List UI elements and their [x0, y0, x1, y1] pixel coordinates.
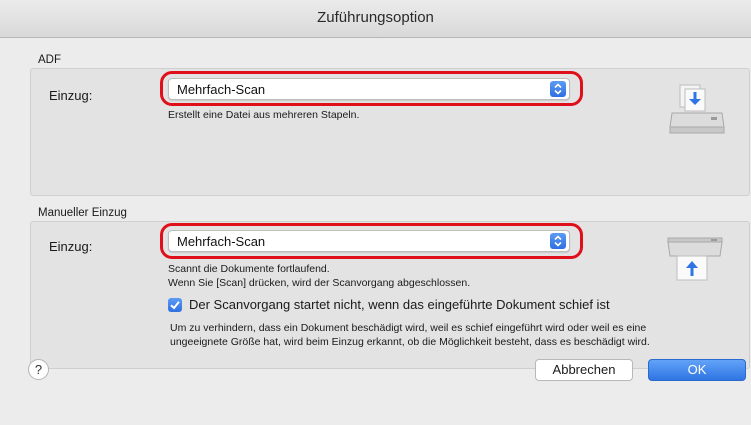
adf-description: Erstellt eine Datei aus mehreren Stapeln… — [168, 109, 360, 121]
skew-detection-checkbox[interactable] — [168, 298, 182, 312]
manual-feed-select-value: Mehrfach-Scan — [177, 234, 266, 249]
manual-einzug-label: Einzug: — [49, 239, 93, 254]
adf-feed-select-value: Mehrfach-Scan — [177, 82, 266, 97]
adf-section-label: ADF — [38, 54, 61, 66]
manual-description-line1: Scannt die Dokumente fortlaufend. — [168, 263, 330, 275]
skew-note-line1: Um zu verhindern, dass ein Dokument besc… — [170, 322, 647, 334]
skew-detection-label[interactable]: Der Scanvorgang startet nicht, wenn das … — [189, 297, 610, 312]
manual-description-line2: Wenn Sie [Scan] drücken, wird der Scanvo… — [168, 277, 471, 289]
help-button[interactable]: ? — [28, 359, 49, 380]
title-bar: Zuführungsoption — [0, 0, 751, 38]
manual-feed-scanner-icon — [665, 236, 725, 289]
adf-scanner-icon — [667, 83, 727, 140]
manual-section-label: Manueller Einzug — [38, 207, 127, 219]
adf-einzug-label: Einzug: — [49, 88, 93, 103]
cancel-button[interactable]: Abbrechen — [535, 359, 633, 381]
adf-panel: Einzug: Mehrfach-Scan Erstellt eine Date… — [30, 68, 750, 196]
select-chevron-icon — [550, 81, 566, 97]
ok-button[interactable]: OK — [648, 359, 746, 381]
window-title: Zuführungsoption — [317, 9, 434, 26]
skew-note-line2: ungeeignete Größe hat, wird beim Einzug … — [170, 336, 650, 348]
manual-panel: Einzug: Mehrfach-Scan Scannt die Dokumen… — [30, 221, 750, 369]
adf-feed-select[interactable]: Mehrfach-Scan — [168, 78, 570, 100]
manual-feed-select[interactable]: Mehrfach-Scan — [168, 230, 570, 252]
select-chevron-icon — [550, 233, 566, 249]
